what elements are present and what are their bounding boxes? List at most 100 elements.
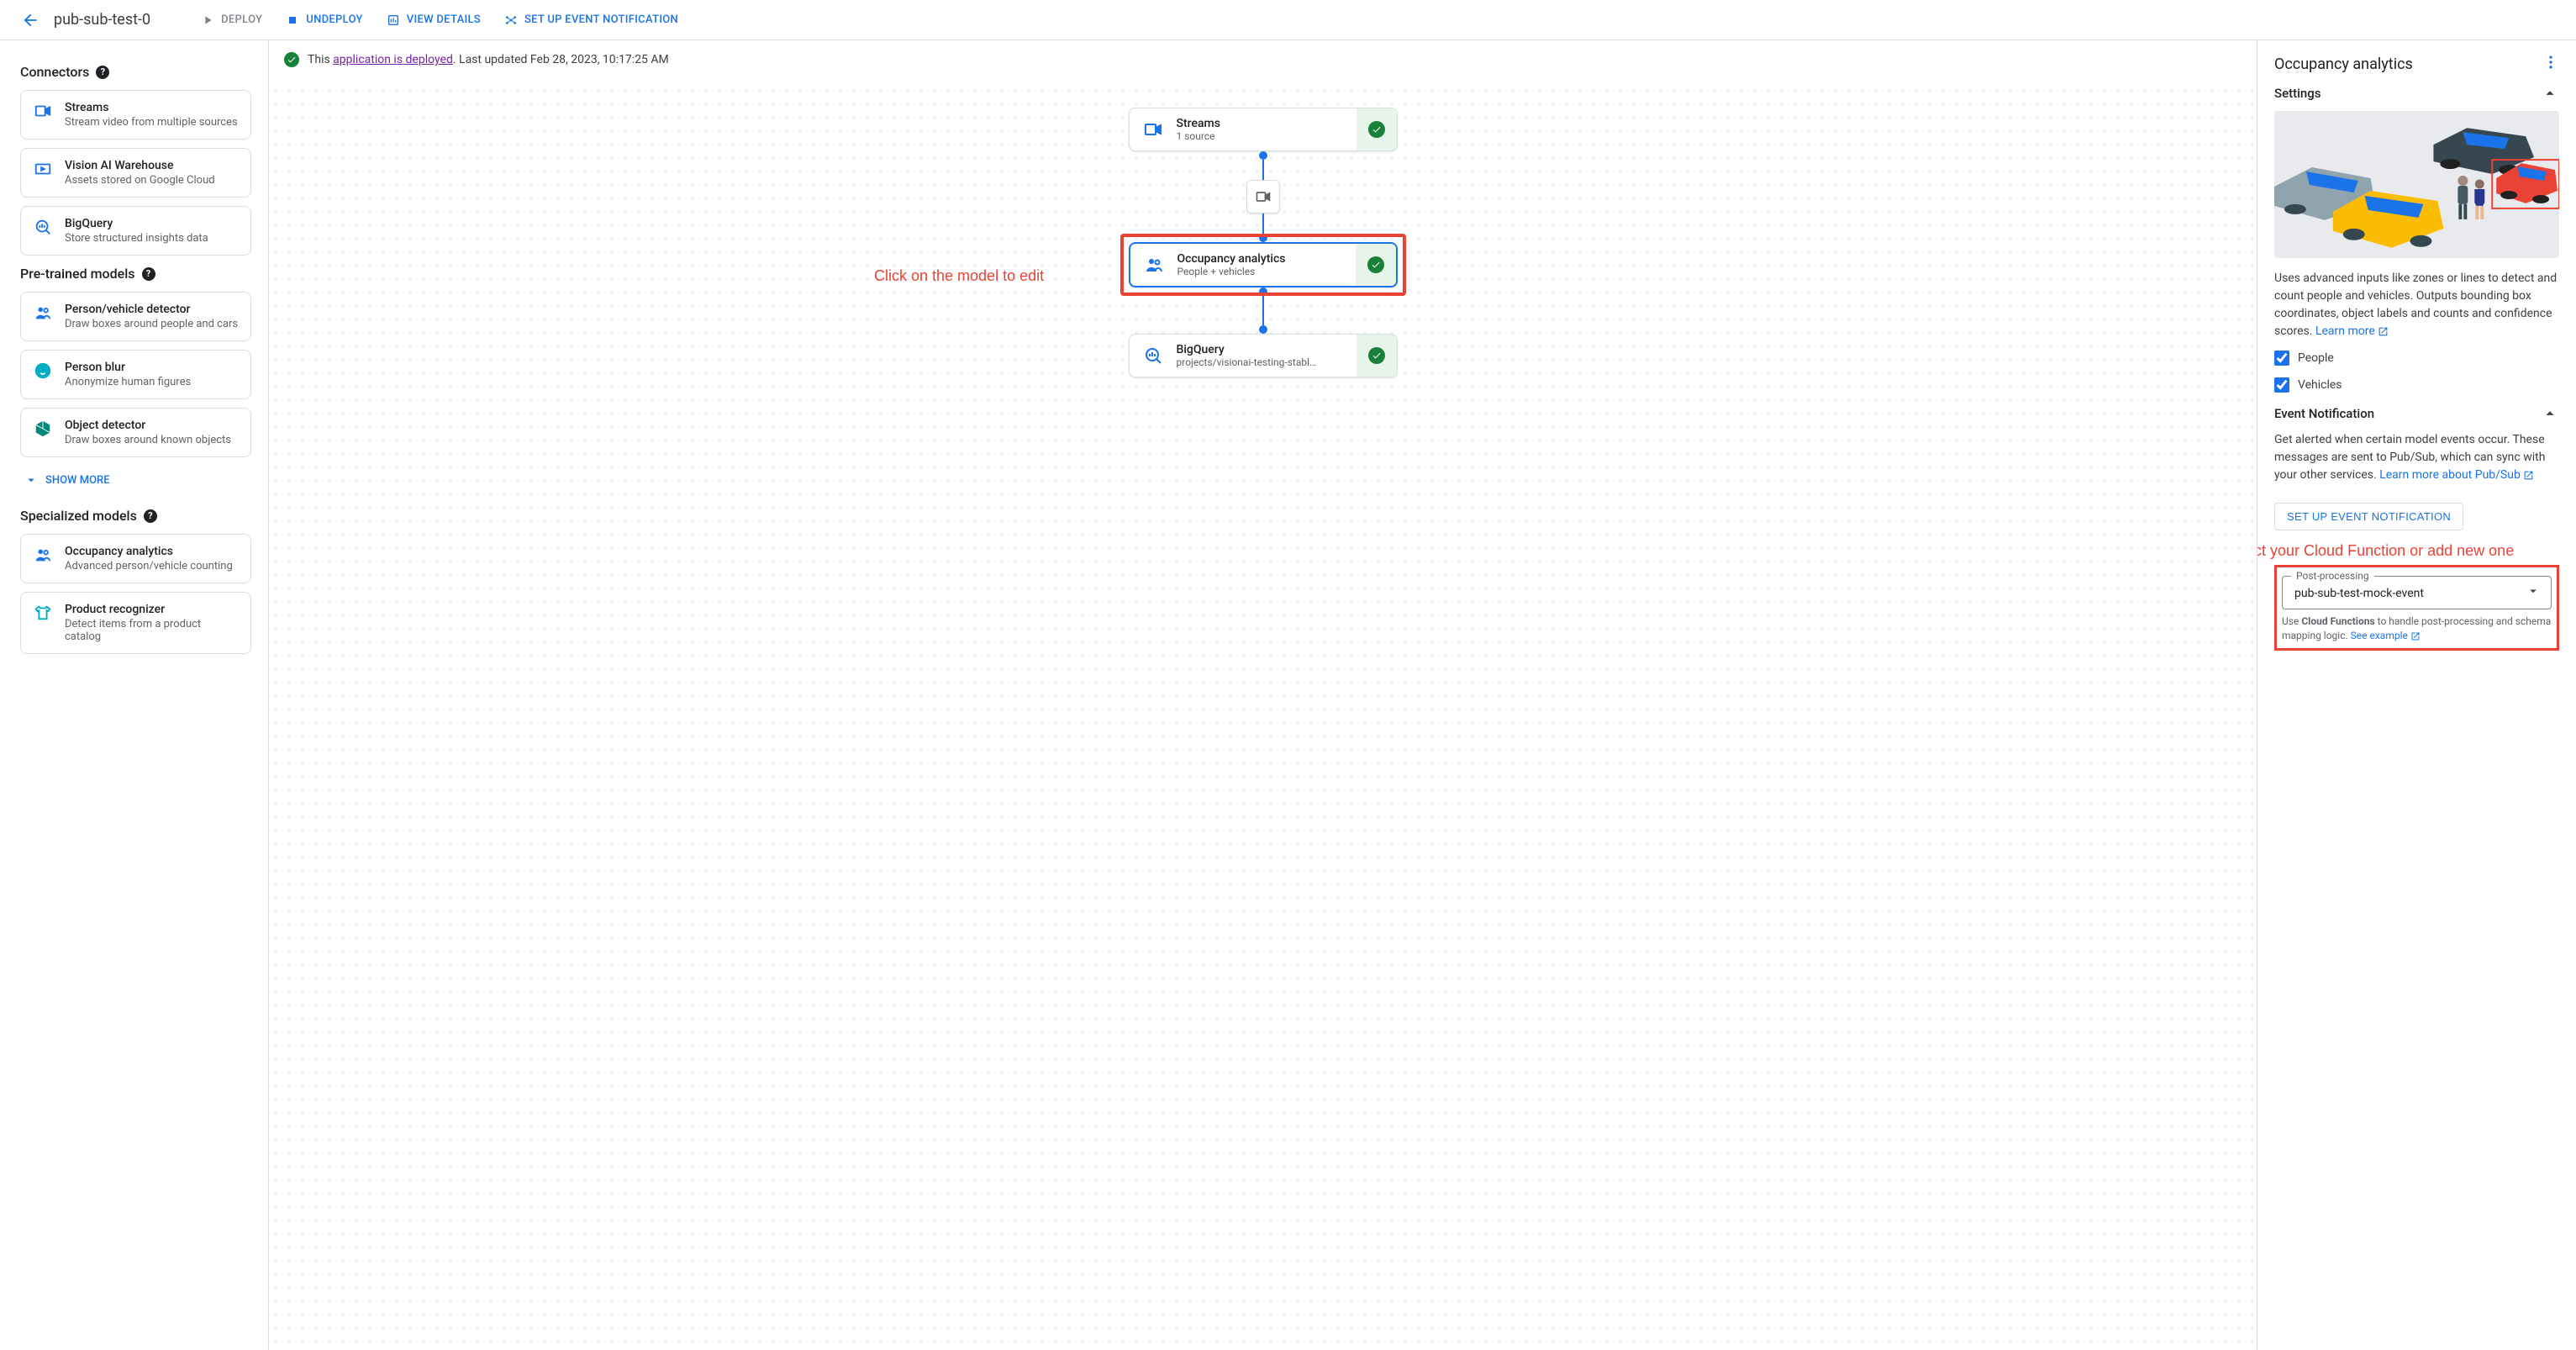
see-example-link[interactable]: See example — [2351, 630, 2421, 641]
shirt-icon — [33, 603, 53, 623]
checkbox-people[interactable]: People — [2274, 351, 2559, 366]
panel-title: Occupancy analytics — [2274, 55, 2413, 73]
setup-event-notification-button[interactable]: SET UP EVENT NOTIFICATION — [2274, 503, 2463, 530]
annotation-cloud-function: Select your Cloud Function or add new on… — [2257, 542, 2576, 560]
checkbox-people-input[interactable] — [2274, 351, 2289, 366]
connector-warehouse[interactable]: Vision AI Warehouse Assets stored on Goo… — [20, 148, 251, 198]
card-title: Object detector — [65, 419, 239, 432]
undeploy-button[interactable]: UNDEPLOY — [276, 7, 373, 34]
model-object-detector[interactable]: Object detector Draw boxes around known … — [20, 408, 251, 457]
chevron-up-icon — [2541, 84, 2559, 103]
setup-event-label: SET UP EVENT NOTIFICATION — [524, 13, 678, 26]
status-badge — [1356, 108, 1397, 150]
card-desc: Stream video from multiple sources — [65, 116, 239, 129]
node-subtitle: 1 source — [1177, 130, 1220, 142]
back-button[interactable] — [13, 3, 47, 37]
node-title: Streams — [1177, 117, 1220, 130]
app-header: pub-sub-test-0 DEPLOY UNDEPLOY VIEW DETA… — [0, 0, 2576, 40]
status-prefix: This — [308, 53, 333, 66]
checkbox-label: People — [2298, 351, 2334, 365]
illustration — [2274, 111, 2559, 258]
card-title: Occupancy analytics — [65, 545, 239, 558]
node-subtitle: projects/visionai-testing-stabl… — [1177, 356, 1317, 368]
node-subtitle: People + vehicles — [1177, 266, 1286, 277]
model-occupancy[interactable]: Occupancy analytics Advanced person/vehi… — [20, 534, 251, 583]
field-value: pub-sub-test-mock-event — [2294, 587, 2539, 600]
node-occupancy[interactable]: Occupancy analytics People + vehicles — [1129, 242, 1398, 287]
settings-description: Uses advanced inputs like zones or lines… — [2274, 270, 2559, 340]
checkbox-label: Vehicles — [2298, 378, 2342, 392]
card-title: Person/vehicle detector — [65, 303, 239, 316]
card-title: Vision AI Warehouse — [65, 159, 239, 172]
node-title: Occupancy analytics — [1177, 252, 1286, 266]
show-more-label: SHOW MORE — [45, 474, 110, 487]
status-bar: This application is deployed. Last updat… — [269, 40, 2257, 79]
status-link[interactable]: application is deployed — [333, 53, 453, 66]
warehouse-icon — [33, 159, 53, 179]
pretrained-title: Pre-trained models ? — [20, 266, 251, 282]
card-desc: Draw boxes around known objects — [65, 434, 239, 446]
model-product-recognizer[interactable]: Product recognizer Detect items from a p… — [20, 592, 251, 654]
card-desc: Draw boxes around people and cars — [65, 318, 239, 330]
post-processing-dropdown[interactable]: Post-processing pub-sub-test-mock-event — [2282, 576, 2552, 609]
node-title: BigQuery — [1177, 343, 1317, 356]
status-badge — [1356, 244, 1396, 286]
annotation-edit-model: Click on the model to edit — [874, 267, 1044, 285]
graph-canvas[interactable]: This application is deployed. Last updat… — [269, 40, 2257, 1350]
connector-streams[interactable]: Streams Stream video from multiple sourc… — [20, 90, 251, 140]
face-icon — [33, 361, 53, 381]
header-actions: DEPLOY UNDEPLOY VIEW DETAILS SET UP EVEN… — [191, 7, 688, 34]
show-more-button[interactable]: SHOW MORE — [20, 466, 251, 494]
specialized-title: Specialized models ? — [20, 508, 251, 524]
help-icon[interactable]: ? — [142, 267, 155, 281]
model-person-vehicle[interactable]: Person/vehicle detector Draw boxes aroun… — [20, 292, 251, 341]
event-section-header[interactable]: Event Notification — [2274, 404, 2559, 423]
dropdown-arrow-icon — [2526, 583, 2541, 602]
more-menu-button[interactable] — [2542, 54, 2559, 74]
video-icon — [1141, 118, 1165, 141]
settings-section-header[interactable]: Settings — [2274, 84, 2559, 103]
connectors-title: Connectors ? — [20, 64, 251, 80]
card-desc: Detect items from a product catalog — [65, 618, 239, 643]
learn-pubsub-link[interactable]: Learn more about Pub/Sub — [2379, 468, 2534, 482]
video-icon — [33, 101, 53, 121]
app-title: pub-sub-test-0 — [54, 11, 150, 29]
undeploy-label: UNDEPLOY — [306, 13, 363, 26]
model-person-blur[interactable]: Person blur Anonymize human figures — [20, 350, 251, 399]
card-desc: Anonymize human figures — [65, 376, 239, 388]
node-bigquery[interactable]: BigQuery projects/visionai-testing-stabl… — [1129, 334, 1398, 377]
annotation-highlight-box: Post-processing pub-sub-test-mock-event … — [2274, 565, 2559, 651]
view-details-button[interactable]: VIEW DETAILS — [377, 7, 491, 34]
deploy-label: DEPLOY — [221, 13, 262, 26]
checkbox-vehicles[interactable]: Vehicles — [2274, 377, 2559, 393]
card-title: Product recognizer — [65, 603, 239, 616]
checkbox-vehicles-input[interactable] — [2274, 377, 2289, 393]
status-badge — [1356, 335, 1397, 377]
help-icon[interactable]: ? — [144, 509, 157, 523]
settings-label: Settings — [2274, 86, 2321, 101]
details-panel: Occupancy analytics Settings — [2257, 40, 2576, 1350]
field-label: Post-processing — [2291, 570, 2374, 582]
node-streams[interactable]: Streams 1 source — [1129, 108, 1398, 151]
people-icon — [33, 545, 53, 565]
card-title: Streams — [65, 101, 239, 114]
event-description: Get alerted when certain model events oc… — [2274, 431, 2559, 484]
card-title: BigQuery — [65, 217, 239, 230]
status-suffix: . Last updated Feb 28, 2023, 10:17:25 AM — [453, 53, 669, 66]
setup-event-button[interactable]: SET UP EVENT NOTIFICATION — [494, 7, 688, 34]
view-details-label: VIEW DETAILS — [407, 13, 481, 26]
card-desc: Store structured insights data — [65, 232, 239, 245]
chevron-up-icon — [2541, 404, 2559, 423]
card-desc: Advanced person/vehicle counting — [65, 560, 239, 572]
bigquery-icon — [1141, 344, 1165, 367]
connector-bigquery[interactable]: BigQuery Store structured insights data — [20, 206, 251, 256]
people-icon — [1142, 253, 1166, 277]
sidebar: Connectors ? Streams Stream video from m… — [0, 40, 269, 1350]
card-title: Person blur — [65, 361, 239, 374]
bigquery-icon — [33, 217, 53, 237]
post-processing-helper: Use Cloud Functions to handle post-proce… — [2282, 614, 2552, 643]
help-icon[interactable]: ? — [96, 66, 109, 79]
cube-icon — [33, 419, 53, 439]
learn-more-link[interactable]: Learn more — [2315, 324, 2389, 338]
mini-video-node[interactable] — [1246, 180, 1280, 214]
